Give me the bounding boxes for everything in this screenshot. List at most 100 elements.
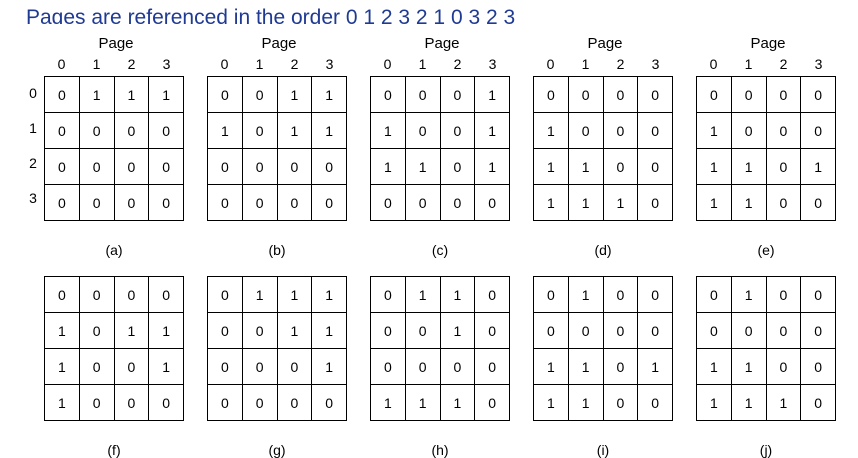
matrix-row: 0111 [207, 276, 347, 313]
matrix-cell: 1 [474, 76, 510, 113]
matrix-cell: 0 [637, 184, 673, 221]
column-labels: 0 1 2 3 [44, 56, 184, 72]
matrix-cell: 1 [533, 148, 569, 185]
column-labels: 0 1 2 3 [207, 56, 347, 72]
matrix-cell: 0 [207, 148, 243, 185]
matrix-row: 0111 [44, 76, 184, 113]
matrix-cell: 0 [765, 276, 802, 313]
matrix-cell: 0 [474, 184, 510, 221]
matrix-caption: (b) [268, 242, 286, 258]
matrix-cell: 1 [696, 384, 732, 421]
matrix-cell: 0 [602, 348, 639, 385]
matrix-cell: 0 [370, 76, 406, 113]
matrix-cell: 0 [113, 184, 150, 221]
column-label: 1 [255, 56, 264, 72]
column-label: 0 [709, 56, 718, 72]
column-label: 1 [581, 56, 590, 72]
matrix-cell: 0 [730, 76, 767, 113]
matrix-cell: 0 [148, 148, 184, 185]
matrix-cell: 1 [730, 348, 767, 385]
matrix-cell: 0 [800, 312, 836, 349]
column-label: 2 [127, 56, 136, 72]
matrix-cell: 1 [276, 312, 313, 349]
matrix-cell: 0 [730, 312, 767, 349]
matrix-row: 0000 [44, 148, 184, 185]
page-header: Page [98, 35, 134, 52]
matrix-cell: 0 [370, 312, 406, 349]
matrix-cell: 0 [765, 148, 802, 185]
matrix-cell: 0 [474, 312, 510, 349]
matrix-cell: 0 [113, 112, 150, 149]
matrix-cell: 1 [44, 384, 80, 421]
column-label: 2 [453, 56, 462, 72]
matrix-cell: 1 [370, 112, 406, 149]
matrix-caption: (j) [759, 442, 773, 458]
row-label: 3 [29, 190, 37, 206]
matrix-cell: 0 [602, 384, 639, 421]
matrix-cell: 0 [765, 312, 802, 349]
matrix-cell: 0 [276, 148, 313, 185]
matrix-cell: 1 [404, 384, 441, 421]
matrix-cell: 1 [730, 276, 767, 313]
row-label: 1 [29, 120, 37, 136]
matrix-cell: 1 [148, 76, 184, 113]
matrix-cell: 0 [207, 276, 243, 313]
matrix-cell: 1 [276, 276, 313, 313]
matrix-row: 0001 [370, 76, 510, 113]
matrix-cell: 1 [474, 148, 510, 185]
matrix-row: 1101 [533, 348, 673, 385]
matrix-cell: 1 [474, 112, 510, 149]
matrix-row: 1100 [696, 184, 836, 221]
matrix-row: 0010 [370, 312, 510, 349]
matrix-cell: 0 [207, 348, 243, 385]
matrix-cell: 0 [113, 276, 150, 313]
matrix-cell: 1 [78, 76, 115, 113]
matrix-cell: 0 [311, 384, 347, 421]
column-labels: 0 1 2 3 [533, 56, 673, 72]
matrix-grid: 0111000000000000 [44, 76, 184, 221]
matrix-cell: 0 [113, 348, 150, 385]
matrix-cell: 1 [800, 148, 836, 185]
matrix-cell: 1 [439, 312, 476, 349]
matrix-cell: 0 [207, 312, 243, 349]
matrix-cell: 0 [78, 312, 115, 349]
matrix-row: 0000 [533, 312, 673, 349]
matrix-cell: 0 [439, 184, 476, 221]
matrix-row: 0000 [207, 184, 347, 221]
matrix-cell: 0 [148, 384, 184, 421]
matrix-cell: 0 [696, 312, 732, 349]
matrix-cell: 0 [148, 112, 184, 149]
page-title: Pages are referenced in the order 0 1 2 … [26, 6, 516, 24]
matrix-cell: 0 [404, 312, 441, 349]
matrix-grid: 0011101100000000 [207, 76, 347, 221]
matrix-cell: 0 [241, 148, 278, 185]
matrix-cell: 0 [113, 148, 150, 185]
row-label: 0 [29, 85, 37, 101]
matrix-cell: 0 [765, 348, 802, 385]
matrix-cell: 0 [637, 76, 673, 113]
matrix-caption: (g) [268, 442, 286, 458]
matrix-cell: 0 [567, 312, 604, 349]
matrix-row: 0100 [533, 276, 673, 313]
matrix-cell: 1 [311, 348, 347, 385]
matrix-caption: (a) [105, 242, 123, 258]
matrix-cell: 1 [404, 276, 441, 313]
matrix-row: 0001 [207, 348, 347, 385]
matrix-cell: 1 [370, 148, 406, 185]
matrix-cell: 0 [207, 384, 243, 421]
matrix-cell: 0 [241, 348, 278, 385]
matrix-cell: 0 [765, 184, 802, 221]
matrix-cell: 0 [800, 184, 836, 221]
matrix-cell: 0 [800, 384, 836, 421]
column-label: 1 [744, 56, 753, 72]
matrix-cell: 0 [404, 112, 441, 149]
matrix-cell: 0 [44, 112, 80, 149]
matrix-cell: 1 [276, 112, 313, 149]
matrix-cell: 0 [241, 384, 278, 421]
matrix-cell: 0 [370, 184, 406, 221]
matrix-grid: 0100000011001110 [696, 276, 836, 421]
matrix-cell: 0 [370, 348, 406, 385]
column-label: 1 [418, 56, 427, 72]
matrix-cell: 0 [765, 112, 802, 149]
matrix-cell: 1 [567, 384, 604, 421]
